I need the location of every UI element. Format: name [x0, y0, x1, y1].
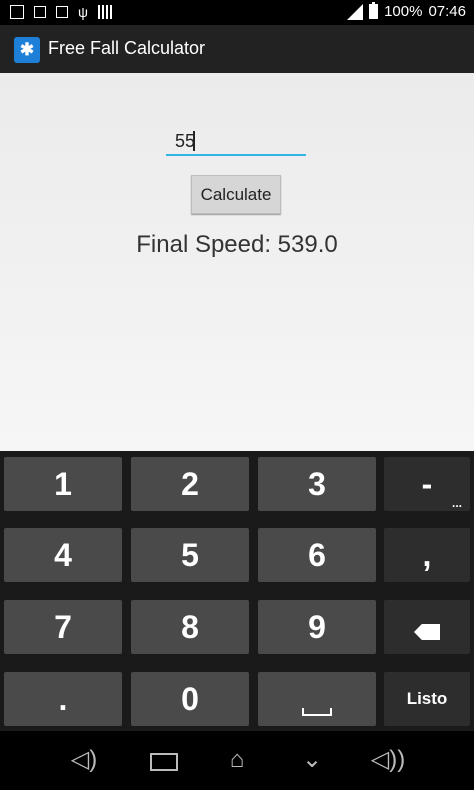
signal-icon — [347, 3, 364, 20]
key-minus[interactable]: - ... — [384, 457, 470, 511]
calculate-button[interactable]: Calculate — [191, 175, 281, 214]
key-3[interactable]: 3 — [258, 457, 376, 511]
home-icon[interactable]: ⌂ — [217, 745, 257, 775]
battery-icon — [369, 2, 379, 19]
key-7[interactable]: 7 — [4, 600, 122, 654]
text-cursor — [193, 131, 195, 151]
key-8[interactable]: 8 — [131, 600, 249, 654]
status-bar: ψ 100% 07:46 — [0, 0, 474, 25]
key-2[interactable]: 2 — [131, 457, 249, 511]
system-icons: 100% 07:46 — [347, 2, 466, 20]
notification-icons: ψ — [10, 4, 112, 20]
app-title: Free Fall Calculator — [48, 38, 206, 58]
volume-down-icon[interactable]: ◁) — [64, 745, 104, 775]
key-1[interactable]: 1 — [4, 457, 122, 511]
sd-card-icon — [56, 6, 68, 18]
skydiver-icon: ✱ — [14, 37, 40, 63]
key-minus-label: - — [421, 466, 433, 502]
recent-apps-shape — [150, 753, 178, 771]
recent-apps-icon[interactable] — [142, 745, 182, 775]
key-space[interactable] — [258, 672, 376, 726]
height-input[interactable]: 55 — [166, 128, 306, 156]
backspace-icon — [414, 624, 440, 640]
key-done[interactable]: Listo — [384, 672, 470, 726]
result-text: Final Speed: 539.0 — [136, 231, 338, 258]
key-4[interactable]: 4 — [4, 528, 122, 582]
key-5[interactable]: 5 — [131, 528, 249, 582]
image-icon — [10, 5, 24, 19]
barcode-icon — [97, 5, 112, 19]
navigation-bar: ◁) ⌂ ⌄ ◁)) — [0, 731, 474, 790]
battery-percent: 100% — [384, 3, 423, 20]
numeric-keyboard: 1 2 3 - ... 4 5 6 , 7 8 9 . 0 Listo — [0, 451, 474, 731]
key-6[interactable]: 6 — [258, 528, 376, 582]
back-icon[interactable]: ⌄ — [292, 745, 332, 775]
key-comma[interactable]: , — [384, 528, 470, 582]
key-backspace[interactable] — [384, 600, 470, 654]
keyboard-icon — [34, 6, 46, 18]
key-period[interactable]: . — [4, 672, 122, 726]
usb-icon: ψ — [78, 4, 88, 20]
key-0[interactable]: 0 — [131, 672, 249, 726]
key-minus-hint: ... — [451, 496, 462, 510]
volume-up-icon[interactable]: ◁)) — [368, 745, 408, 775]
key-9[interactable]: 9 — [258, 600, 376, 654]
space-icon — [302, 708, 332, 716]
clock: 07:46 — [428, 3, 466, 20]
